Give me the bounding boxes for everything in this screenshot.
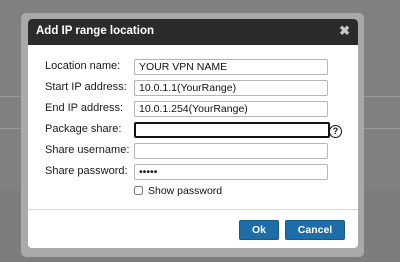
package-share-input[interactable] bbox=[134, 122, 330, 138]
package-share-label: Package share: bbox=[45, 123, 122, 135]
end-ip-label: End IP address: bbox=[45, 102, 124, 114]
cancel-button[interactable]: Cancel bbox=[285, 220, 345, 240]
close-icon[interactable]: ✖ bbox=[339, 23, 350, 39]
add-ip-range-dialog: Add IP range location ✖ Location name: S… bbox=[28, 19, 358, 248]
share-password-input[interactable] bbox=[134, 164, 328, 180]
location-name-label: Location name: bbox=[45, 60, 121, 72]
help-icon[interactable]: ? bbox=[329, 125, 342, 138]
show-password-checkbox[interactable] bbox=[134, 186, 143, 195]
start-ip-input[interactable] bbox=[134, 80, 328, 96]
end-ip-input[interactable] bbox=[134, 101, 328, 117]
share-username-input[interactable] bbox=[134, 143, 328, 159]
share-password-label: Share password: bbox=[45, 165, 128, 177]
dialog-title: Add IP range location bbox=[36, 25, 154, 37]
dialog-titlebar: Add IP range location ✖ bbox=[28, 19, 358, 45]
show-password-label: Show password bbox=[148, 185, 223, 197]
start-ip-label: Start IP address: bbox=[45, 81, 127, 93]
footer-divider bbox=[28, 209, 358, 210]
location-name-input[interactable] bbox=[134, 59, 328, 75]
share-username-label: Share username: bbox=[45, 144, 130, 156]
ok-button[interactable]: Ok bbox=[239, 220, 279, 240]
